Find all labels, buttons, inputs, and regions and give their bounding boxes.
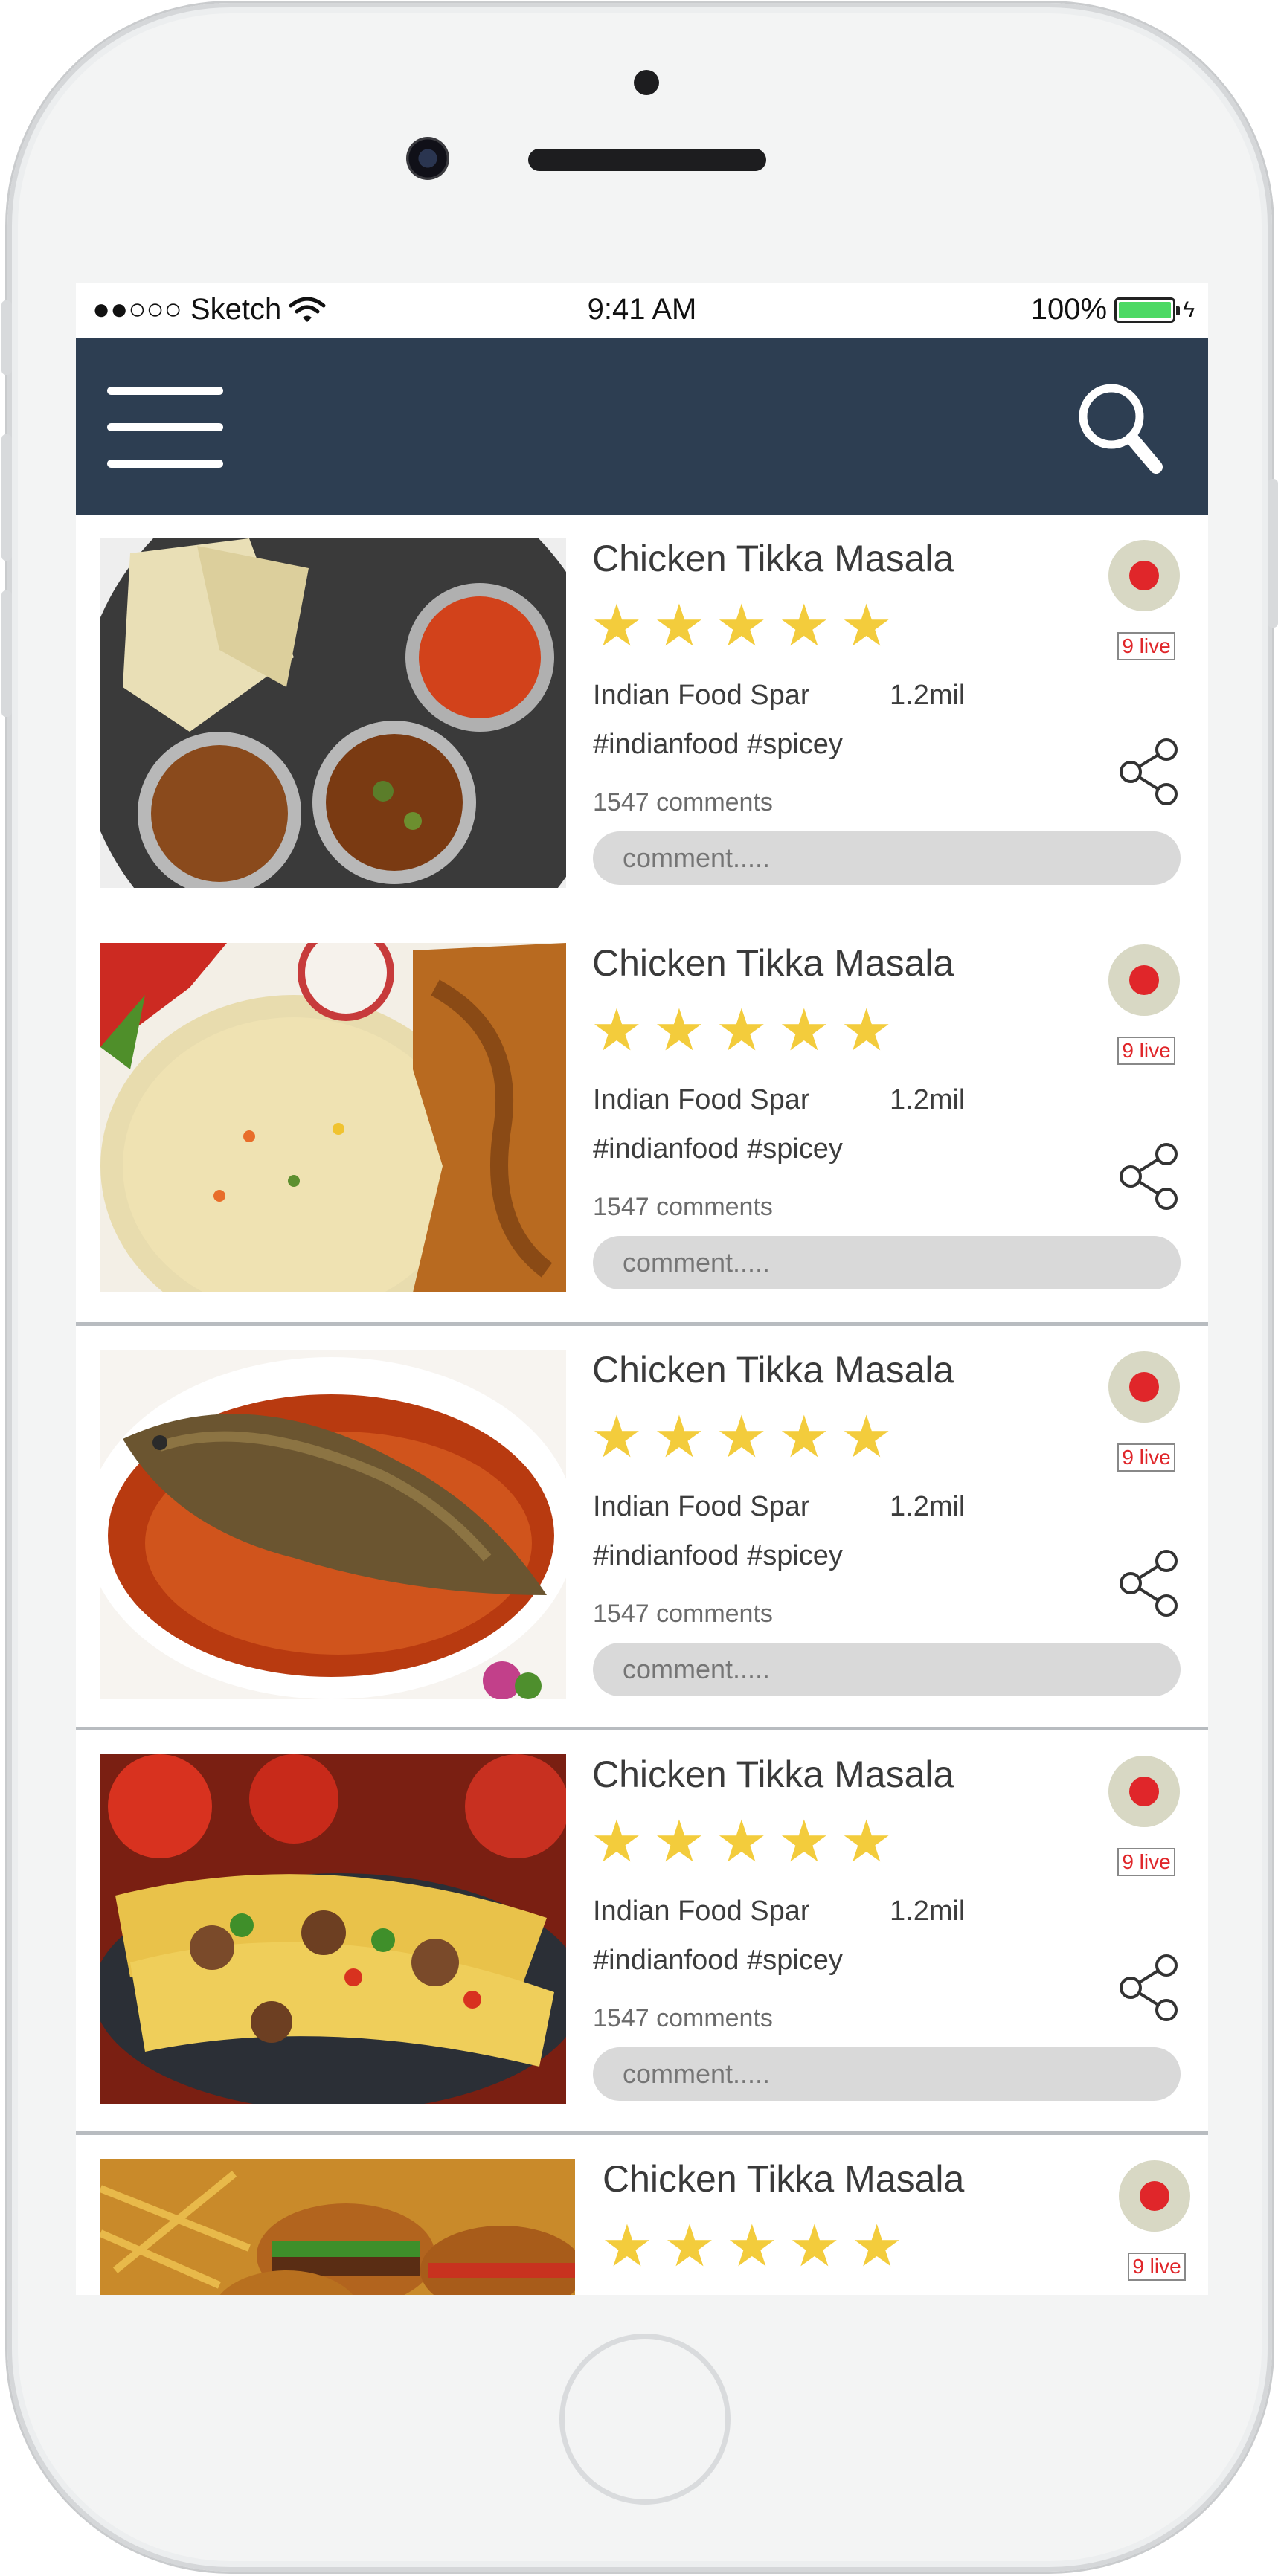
star-icon[interactable]: ★ xyxy=(841,1001,893,1059)
star-icon[interactable]: ★ xyxy=(591,1408,643,1466)
burgers-and-fries-photo[interactable] xyxy=(100,2159,575,2295)
view-count: 1.2mil xyxy=(890,680,966,711)
hashtags[interactable]: #indianfood #spicey xyxy=(593,1540,843,1572)
star-icon[interactable]: ★ xyxy=(789,2217,841,2275)
view-count: 1.2mil xyxy=(890,1491,966,1522)
recipe-title[interactable]: Chicken Tikka Masala xyxy=(592,941,954,985)
recipe-title[interactable]: Chicken Tikka Masala xyxy=(592,1753,954,1796)
star-rating[interactable]: ★ ★ ★ ★ ★ xyxy=(591,1408,893,1466)
star-icon[interactable]: ★ xyxy=(601,2217,653,2275)
feed-card[interactable]: Chicken Tikka Masala ★ ★ ★ ★ ★ 9 live xyxy=(76,2135,1208,2295)
channel-name[interactable]: Indian Food Spar xyxy=(593,1896,810,1928)
battery-icon xyxy=(1114,297,1181,323)
feed-card[interactable]: Chicken Tikka Masala ★ ★ ★ ★ ★ Indian Food S… xyxy=(76,1730,1208,2135)
star-icon[interactable]: ★ xyxy=(591,1001,643,1059)
star-icon[interactable]: ★ xyxy=(851,2217,903,2275)
star-icon[interactable]: ★ xyxy=(716,1812,768,1870)
hashtags[interactable]: #indianfood #spicey xyxy=(593,1945,843,1977)
star-icon[interactable]: ★ xyxy=(653,1408,705,1466)
hamburger-menu-icon[interactable] xyxy=(107,384,223,471)
feed-card[interactable]: Chicken Tikka Masala ★ ★ ★ ★ ★ Indian Food S… xyxy=(76,1326,1208,1730)
star-rating[interactable]: ★ ★ ★ ★ ★ xyxy=(591,1812,893,1870)
star-icon[interactable]: ★ xyxy=(716,596,768,654)
star-icon[interactable]: ★ xyxy=(778,1001,830,1059)
star-icon[interactable]: ★ xyxy=(716,1001,768,1059)
star-icon[interactable]: ★ xyxy=(778,596,830,654)
live-count-badge: 9 live xyxy=(1117,1037,1175,1065)
fried-rice-chicken-photo[interactable] xyxy=(100,943,566,1292)
live-record-icon[interactable] xyxy=(1108,944,1180,1016)
live-record-icon[interactable] xyxy=(1108,1351,1180,1423)
recipe-title[interactable]: Chicken Tikka Masala xyxy=(603,2157,964,2200)
indian-thali-food-photo[interactable] xyxy=(100,538,566,888)
front-camera xyxy=(406,137,449,180)
app-screen: ●●○○○ Sketch 9:41 AM 100% ϟ Chicken Tikk… xyxy=(76,283,1208,2295)
tacos-photo[interactable] xyxy=(100,1754,566,2104)
feed-card[interactable]: Chicken Tikka Masala ★ ★ ★ ★ ★ Indian Food S… xyxy=(76,515,1208,919)
comment-count[interactable]: 1547 comments xyxy=(593,788,773,817)
live-record-icon[interactable] xyxy=(1119,2160,1190,2232)
home-button[interactable] xyxy=(559,2334,731,2505)
star-icon[interactable]: ★ xyxy=(653,1812,705,1870)
hashtags[interactable]: #indianfood #spicey xyxy=(593,729,843,761)
star-icon[interactable]: ★ xyxy=(716,1408,768,1466)
feed-card[interactable]: Chicken Tikka Masala ★ ★ ★ ★ ★ Indian Food S… xyxy=(76,919,1208,1324)
star-icon[interactable]: ★ xyxy=(778,1812,830,1870)
share-icon[interactable] xyxy=(1117,1142,1181,1211)
view-count: 1.2mil xyxy=(890,1084,966,1115)
star-icon[interactable]: ★ xyxy=(778,1408,830,1466)
comment-input[interactable] xyxy=(593,1643,1181,1696)
star-icon[interactable]: ★ xyxy=(841,1812,893,1870)
star-icon[interactable]: ★ xyxy=(841,596,893,654)
live-record-icon[interactable] xyxy=(1108,1756,1180,1827)
star-icon[interactable]: ★ xyxy=(591,596,643,654)
comment-input[interactable] xyxy=(593,1236,1181,1289)
star-rating[interactable]: ★ ★ ★ ★ ★ xyxy=(591,596,893,654)
star-icon[interactable]: ★ xyxy=(726,2217,778,2275)
channel-name[interactable]: Indian Food Spar xyxy=(593,680,810,712)
star-rating[interactable]: ★ ★ ★ ★ ★ xyxy=(591,1001,893,1059)
recipe-title[interactable]: Chicken Tikka Masala xyxy=(592,537,954,580)
volume-down-button xyxy=(1,590,12,717)
hashtags[interactable]: #indianfood #spicey xyxy=(593,1133,843,1165)
live-count-badge: 9 live xyxy=(1117,632,1175,660)
live-record-icon[interactable] xyxy=(1108,540,1180,611)
status-bar: ●●○○○ Sketch 9:41 AM 100% ϟ xyxy=(76,283,1208,338)
live-count-badge: 9 live xyxy=(1128,2253,1186,2281)
search-icon[interactable] xyxy=(1074,379,1163,476)
star-icon[interactable]: ★ xyxy=(653,1001,705,1059)
live-count-badge: 9 live xyxy=(1117,1848,1175,1876)
live-count-badge: 9 live xyxy=(1117,1443,1175,1472)
fish-in-sauce-photo[interactable] xyxy=(100,1350,566,1699)
comment-count[interactable]: 1547 comments xyxy=(593,1600,773,1629)
star-icon[interactable]: ★ xyxy=(841,1408,893,1466)
view-count: 1.2mil xyxy=(890,1896,966,1927)
comment-input[interactable] xyxy=(593,2047,1181,2101)
app-bar xyxy=(76,338,1208,515)
channel-name[interactable]: Indian Food Spar xyxy=(593,1084,810,1116)
star-icon[interactable]: ★ xyxy=(664,2217,716,2275)
comment-count[interactable]: 1547 comments xyxy=(593,1193,773,1222)
comment-count[interactable]: 1547 comments xyxy=(593,2004,773,2033)
volume-up-button xyxy=(1,434,12,561)
charging-bolt-icon: ϟ xyxy=(1183,297,1195,322)
star-icon[interactable]: ★ xyxy=(591,1812,643,1870)
battery-percent: 100% xyxy=(1030,293,1108,326)
share-icon[interactable] xyxy=(1117,1954,1181,2022)
star-icon[interactable]: ★ xyxy=(653,596,705,654)
star-rating[interactable]: ★ ★ ★ ★ ★ xyxy=(601,2217,903,2275)
power-button xyxy=(1268,479,1278,628)
mute-switch xyxy=(1,300,12,375)
earpiece-speaker xyxy=(528,149,766,171)
proximity-sensor xyxy=(634,70,659,95)
channel-name[interactable]: Indian Food Spar xyxy=(593,1491,810,1523)
share-icon[interactable] xyxy=(1117,1549,1181,1617)
share-icon[interactable] xyxy=(1117,738,1181,806)
comment-input[interactable] xyxy=(593,831,1181,885)
recipe-title[interactable]: Chicken Tikka Masala xyxy=(592,1348,954,1391)
